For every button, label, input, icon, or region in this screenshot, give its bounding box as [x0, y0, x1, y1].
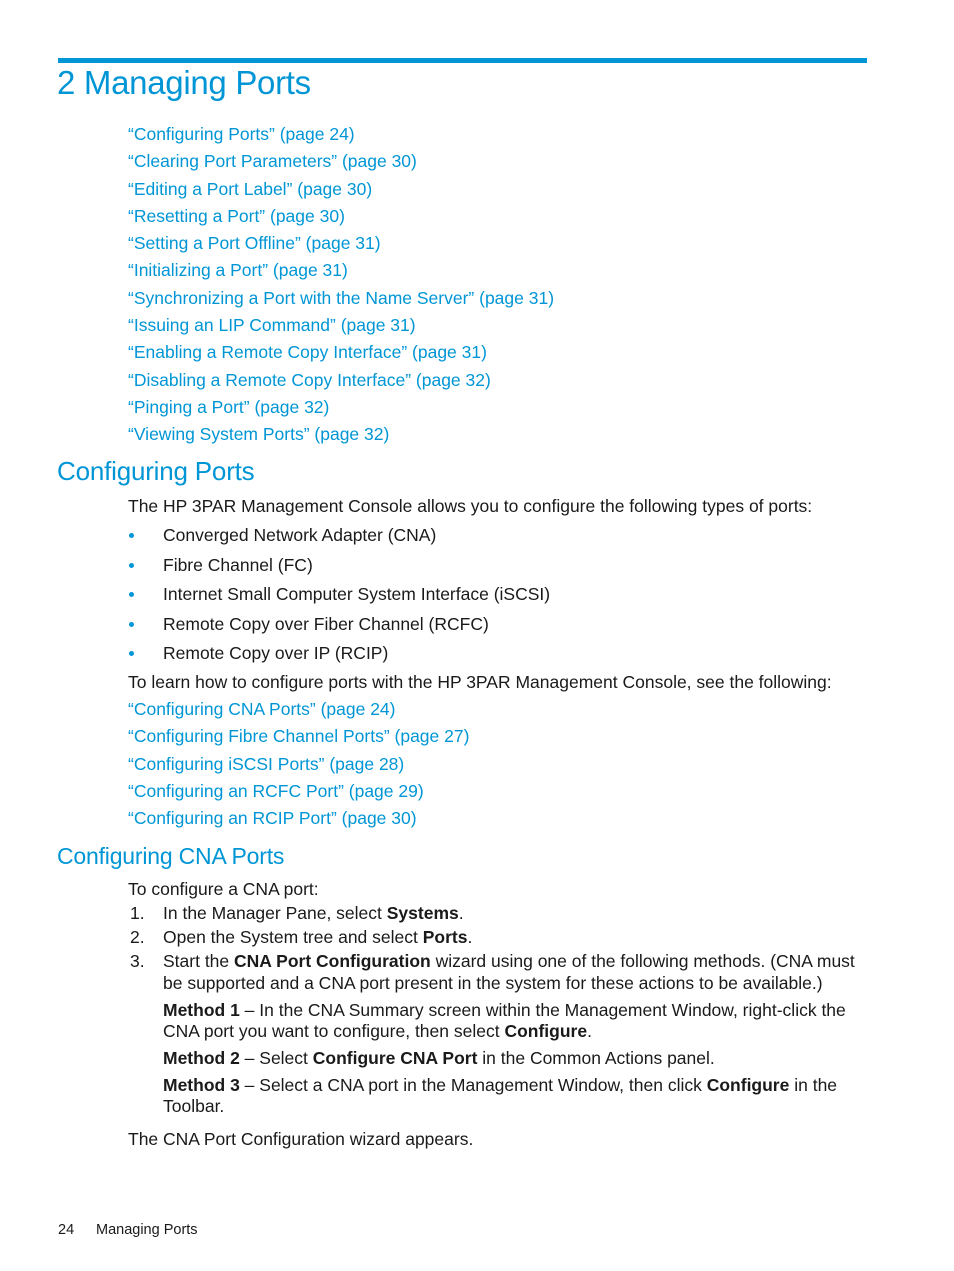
port-type-item: Converged Network Adapter (CNA) [128, 523, 550, 553]
configure-link-item: “Configuring CNA Ports” (page 24) [128, 697, 469, 724]
port-type-item: Fibre Channel (FC) [128, 553, 550, 583]
footer-section-title: Managing Ports [96, 1222, 198, 1238]
configure-link-item: “Configuring an RCIP Port” (page 30) [128, 806, 469, 833]
toc-item: “Disabling a Remote Copy Interface” (pag… [128, 368, 554, 395]
configure-link[interactable]: “Configuring an RCIP Port” (page 30) [128, 808, 417, 828]
toc-link[interactable]: “Initializing a Port” (page 31) [128, 260, 348, 280]
toc-item: “Viewing System Ports” (page 32) [128, 422, 554, 449]
configure-link-item: “Configuring iSCSI Ports” (page 28) [128, 752, 469, 779]
step-number: 3. [130, 951, 145, 971]
bullet-icon [129, 562, 134, 568]
method-label: Method 2 [163, 1048, 240, 1068]
footer-page-number: 24 [58, 1222, 75, 1238]
configure-link[interactable]: “Configuring iSCSI Ports” (page 28) [128, 754, 404, 774]
toc-item: “Synchronizing a Port with the Name Serv… [128, 286, 554, 313]
toc-item: “Issuing an LIP Command” (page 31) [128, 313, 554, 340]
toc-link[interactable]: “Disabling a Remote Copy Interface” (pag… [128, 370, 491, 390]
toc-link[interactable]: “Editing a Port Label” (page 30) [128, 179, 372, 199]
toc-item: “Clearing Port Parameters” (page 30) [128, 149, 554, 176]
configure-link-item: “Configuring Fibre Channel Ports” (page … [128, 724, 469, 751]
bullet-icon [129, 621, 134, 627]
toc-link[interactable]: “Viewing System Ports” (page 32) [128, 424, 389, 444]
cna-result-text: The CNA Port Configuration wizard appear… [128, 1129, 474, 1149]
toc-link[interactable]: “Issuing an LIP Command” (page 31) [128, 315, 416, 335]
step-item: 1. In the Manager Pane, select Systems. [130, 903, 464, 923]
bullet-icon [129, 533, 134, 538]
toc-item: “Configuring Ports” (page 24) [128, 122, 554, 149]
cna-steps-list: 1. In the Manager Pane, select Systems. … [128, 902, 868, 996]
configuring-ports-intro: The HP 3PAR Management Console allows yo… [128, 496, 813, 516]
section-heading-configuring-ports: Configuring Ports [57, 456, 255, 486]
toc-item: “Setting a Port Offline” (page 31) [128, 231, 554, 258]
method-3: Method 3 – Select a CNA port in the Mana… [163, 1075, 838, 1116]
toc-link[interactable]: “Pinging a Port” (page 32) [128, 397, 329, 417]
bullet-icon [129, 651, 134, 657]
method-label: Method 1 [163, 1000, 240, 1020]
configure-links-list: “Configuring CNA Ports” (page 24) “Confi… [128, 697, 469, 833]
configure-link[interactable]: “Configuring Fibre Channel Ports” (page … [128, 726, 469, 746]
bullet-icon [129, 592, 134, 598]
toc-link[interactable]: “Resetting a Port” (page 30) [128, 206, 345, 226]
port-type-item: Remote Copy over Fiber Channel (RCFC) [128, 612, 550, 642]
toc-item: “Enabling a Remote Copy Interface” (page… [128, 340, 554, 367]
toc-item: “Pinging a Port” (page 32) [128, 395, 554, 422]
toc-item: “Editing a Port Label” (page 30) [128, 177, 554, 204]
toc-link[interactable]: “Configuring Ports” (page 24) [128, 124, 355, 144]
chapter-title: 2 Managing Ports [57, 64, 311, 101]
step-item: 3. Start the CNA Port Configuration wiza… [130, 951, 855, 993]
method-1: Method 1 – In the CNA Summary screen wit… [163, 1000, 846, 1041]
method-label: Method 3 [163, 1075, 240, 1095]
step-number: 2. [130, 927, 145, 947]
step-item: 2. Open the System tree and select Ports… [130, 927, 473, 947]
port-types-list: Converged Network Adapter (CNA) Fibre Ch… [128, 523, 550, 671]
chapter-rule [58, 58, 867, 63]
toc-link[interactable]: “Clearing Port Parameters” (page 30) [128, 151, 417, 171]
method-2: Method 2 – Select Configure CNA Port in … [163, 1048, 715, 1068]
toc-link[interactable]: “Setting a Port Offline” (page 31) [128, 233, 381, 253]
configure-link[interactable]: “Configuring CNA Ports” (page 24) [128, 699, 395, 719]
section-heading-configuring-cna-ports: Configuring CNA Ports [57, 843, 285, 869]
toc-link[interactable]: “Enabling a Remote Copy Interface” (page… [128, 342, 487, 362]
toc-item: “Resetting a Port” (page 30) [128, 204, 554, 231]
cna-intro: To configure a CNA port: [128, 879, 319, 899]
port-type-item: Remote Copy over IP (RCIP) [128, 641, 550, 671]
toc-link[interactable]: “Synchronizing a Port with the Name Serv… [128, 288, 554, 308]
port-type-item: Internet Small Computer System Interface… [128, 582, 550, 612]
step-number: 1. [130, 903, 145, 923]
learn-more-text: To learn how to configure ports with the… [128, 672, 832, 692]
configure-link-item: “Configuring an RCFC Port” (page 29) [128, 779, 469, 806]
chapter-toc: “Configuring Ports” (page 24) “Clearing … [128, 122, 554, 450]
configure-link[interactable]: “Configuring an RCFC Port” (page 29) [128, 781, 424, 801]
toc-item: “Initializing a Port” (page 31) [128, 258, 554, 285]
